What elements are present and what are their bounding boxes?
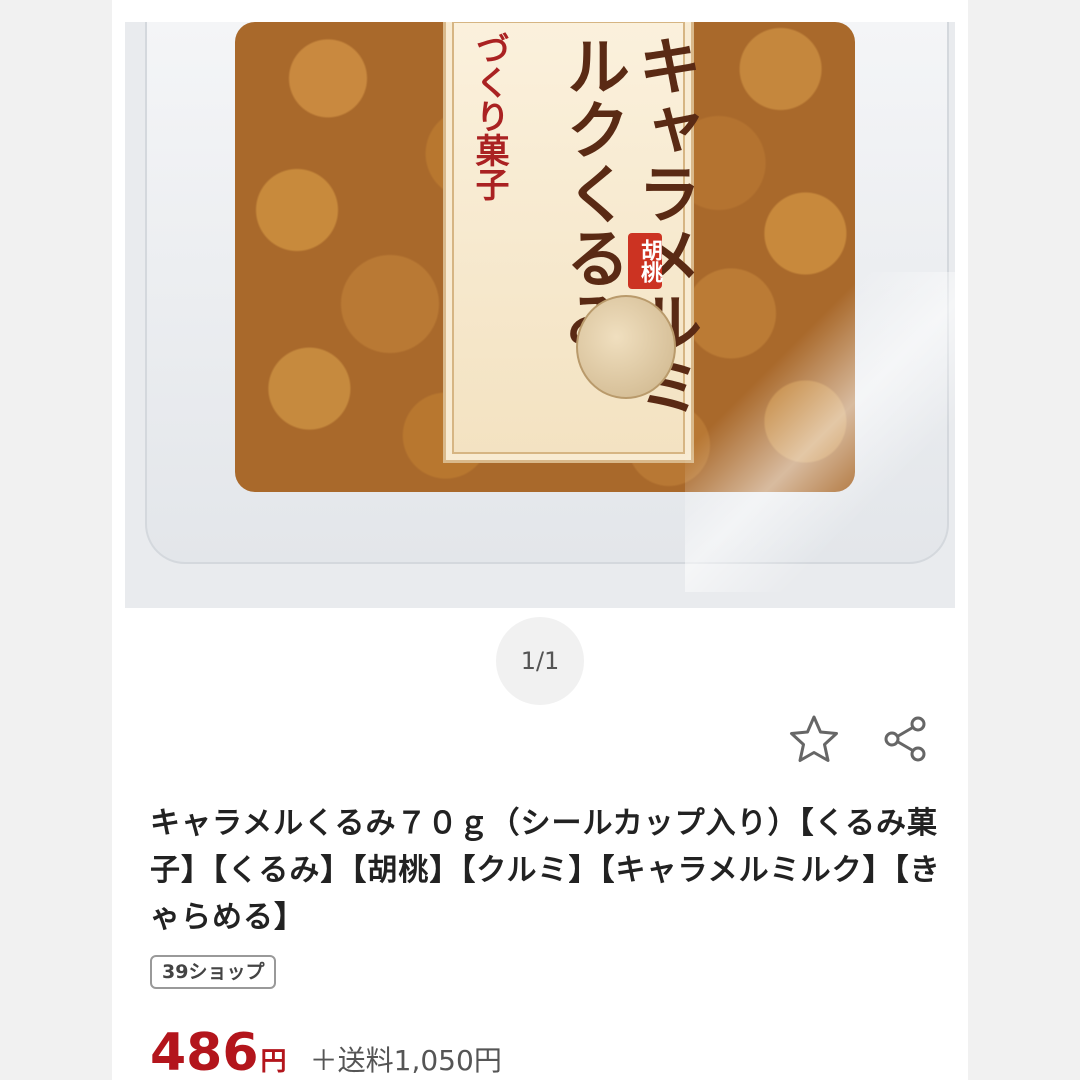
product-title: キャラメルくるみ７０ｇ（シールカップ入り）【くるみ菓子】【くるみ】【胡桃】【クル… [150,806,941,935]
price-row: 486円 ＋送料1,050円 [150,1023,502,1083]
star-outline-icon [790,715,838,762]
shipping-fee: ＋送料1,050円 [309,1044,502,1077]
right-side-panel [968,0,1080,1080]
package-label-small-text: づくり菓子 [469,31,509,201]
plastic-gloss [685,272,955,592]
walnut-illustration [576,295,676,399]
package-label-stamp: 胡桃 [628,233,662,289]
shop-badge[interactable]: 39ショップ [150,955,277,989]
price-unit: 円 [260,1047,287,1077]
left-side-panel [0,0,112,1080]
product-image[interactable]: づくり菓子 キャラメルミルクくるみ 胡桃 [125,22,955,608]
share-button[interactable] [880,713,932,765]
product-page: づくり菓子 キャラメルミルクくるみ 胡桃 1/1 キャラメルくるみ７０ｇ（シール… [112,0,968,1083]
share-icon [884,716,926,762]
price-amount: 486 [150,1023,259,1083]
package-label: づくり菓子 キャラメルミルクくるみ 胡桃 [443,22,701,463]
favorite-button[interactable] [788,713,840,765]
image-counter: 1/1 [496,617,584,705]
